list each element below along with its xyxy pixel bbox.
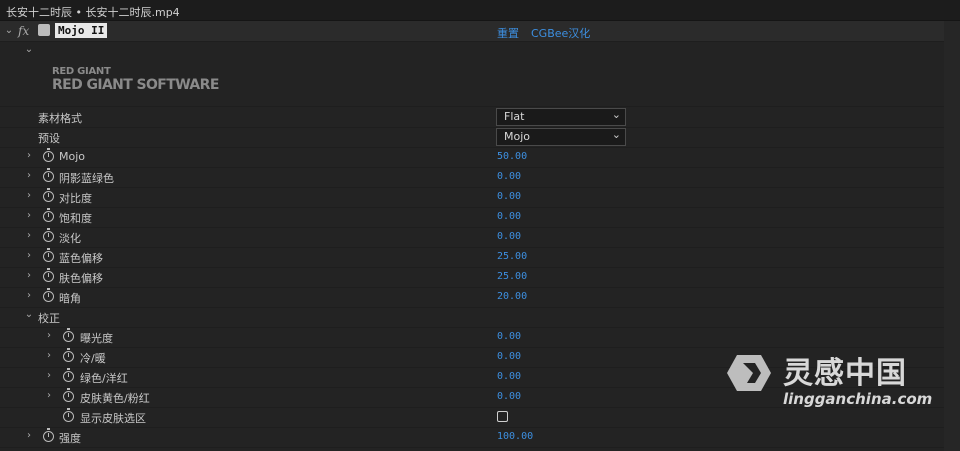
param-label: 素材格式: [38, 112, 82, 125]
stopwatch-icon[interactable]: [43, 268, 54, 282]
select-value: Flat: [504, 110, 525, 123]
stopwatch-icon[interactable]: [43, 208, 54, 222]
chevron-right-icon[interactable]: ›: [44, 390, 54, 401]
show-skin-checkbox[interactable]: [497, 411, 508, 422]
chevron-down-icon[interactable]: ⌄: [4, 25, 14, 36]
chevron-right-icon[interactable]: ›: [24, 430, 34, 441]
chevron-down-icon: ⌄: [611, 128, 621, 141]
stopwatch-icon[interactable]: [43, 248, 54, 262]
param-value[interactable]: 0.00: [497, 191, 521, 202]
chevron-right-icon[interactable]: ›: [24, 150, 34, 161]
param-value[interactable]: 0.00: [497, 211, 521, 222]
param-value[interactable]: 25.00: [497, 251, 527, 262]
param-label: 皮肤黄色/粉红: [80, 392, 150, 405]
chevron-right-icon[interactable]: ›: [24, 270, 34, 281]
stopwatch-icon[interactable]: [43, 428, 54, 442]
param-label: 蓝色偏移: [59, 252, 103, 265]
chevron-down-icon: ⌄: [611, 108, 621, 121]
param-label: 曝光度: [80, 332, 113, 345]
chevron-right-icon[interactable]: ›: [24, 290, 34, 301]
param-value[interactable]: 0.00: [497, 351, 521, 362]
param-label: 显示皮肤选区: [80, 412, 146, 425]
param-value[interactable]: 0.00: [497, 171, 521, 182]
group-label: 校正: [38, 312, 60, 325]
param-row-preset: 预设 Mojo ⌄: [0, 127, 944, 148]
param-row: › 阴影蓝绿色 0.00: [0, 167, 944, 188]
stopwatch-icon[interactable]: [63, 368, 74, 382]
preset-select[interactable]: Mojo ⌄: [496, 128, 626, 146]
stopwatch-icon[interactable]: [63, 408, 74, 422]
param-row: › 饱和度 0.00: [0, 207, 944, 228]
param-value[interactable]: 0.00: [497, 391, 521, 402]
param-row: › 蓝色偏移 25.00: [0, 247, 944, 268]
stopwatch-icon[interactable]: [43, 168, 54, 182]
chevron-down-icon[interactable]: ⌄: [24, 309, 34, 320]
effect-name[interactable]: Mojo II: [55, 23, 108, 38]
stopwatch-icon[interactable]: [43, 148, 54, 162]
param-row-strength: › 强度 100.00: [0, 427, 944, 448]
param-value[interactable]: 0.00: [497, 331, 521, 342]
param-row: › Mojo 50.00: [0, 147, 944, 168]
param-value[interactable]: 0.00: [497, 231, 521, 242]
param-label: 对比度: [59, 192, 92, 205]
param-value[interactable]: 100.00: [497, 431, 533, 442]
param-label: 强度: [59, 432, 81, 445]
param-label: 绿色/洋红: [80, 372, 128, 385]
param-label: 肤色偏移: [59, 272, 103, 285]
watermark-url: lingganchina.com: [783, 390, 933, 408]
logo-line2: RED GIANT SOFTWARE: [52, 77, 219, 93]
param-value[interactable]: 50.00: [497, 151, 527, 162]
param-row: › 暗角 20.00: [0, 287, 944, 308]
chevron-right-icon[interactable]: ›: [44, 330, 54, 341]
effect-header-row[interactable]: ⌄ fx Mojo II 重置 CGBee汉化: [0, 21, 944, 42]
param-row-footage-format: 素材格式 Flat ⌄: [0, 107, 944, 128]
stopwatch-icon[interactable]: [63, 348, 74, 362]
chevron-right-icon[interactable]: ›: [44, 370, 54, 381]
param-value[interactable]: 25.00: [497, 271, 527, 282]
param-label: 饱和度: [59, 212, 92, 225]
stopwatch-icon[interactable]: [63, 328, 74, 342]
footage-format-select[interactable]: Flat ⌄: [496, 108, 626, 126]
param-row: › 淡化 0.00: [0, 227, 944, 248]
param-row: › 对比度 0.00: [0, 187, 944, 208]
param-value[interactable]: 20.00: [497, 291, 527, 302]
stopwatch-icon[interactable]: [63, 388, 74, 402]
watermark-cn: 灵感中国: [783, 356, 907, 391]
panel-scroll-gutter: [944, 21, 960, 451]
watermark: 灵感中国 lingganchina.com: [727, 345, 941, 415]
param-label: 淡化: [59, 232, 81, 245]
watermark-logo-icon: [727, 355, 771, 391]
effect-icon: [38, 24, 50, 36]
panel-title-bar: 长安十二时辰 • 长安十二时辰.mp4: [0, 0, 960, 21]
panel-title: 长安十二时辰 • 长安十二时辰.mp4: [6, 6, 180, 19]
logo-line1: RED GIANT: [52, 66, 111, 77]
reset-link[interactable]: 重置: [497, 25, 519, 41]
chevron-right-icon[interactable]: ›: [24, 210, 34, 221]
chevron-right-icon[interactable]: ›: [24, 190, 34, 201]
stopwatch-icon[interactable]: [43, 288, 54, 302]
plugin-logo-area: ⌄ RED GIANT RED GIANT SOFTWARE: [0, 42, 944, 107]
param-value[interactable]: 0.00: [497, 371, 521, 382]
param-label: Mojo: [59, 150, 86, 163]
param-label: 冷/暖: [80, 352, 106, 365]
param-group-correction[interactable]: ⌄ 校正: [0, 307, 944, 328]
chevron-right-icon[interactable]: ›: [24, 250, 34, 261]
select-value: Mojo: [504, 130, 531, 143]
stopwatch-icon[interactable]: [43, 188, 54, 202]
fx-toggle[interactable]: fx: [18, 24, 29, 38]
param-label: 预设: [38, 132, 60, 145]
param-label: 暗角: [59, 292, 81, 305]
param-label: 阴影蓝绿色: [59, 172, 114, 185]
chevron-right-icon[interactable]: ›: [24, 170, 34, 181]
about-link[interactable]: CGBee汉化: [531, 25, 590, 41]
param-row: › 肤色偏移 25.00: [0, 267, 944, 288]
chevron-right-icon[interactable]: ›: [44, 350, 54, 361]
chevron-right-icon[interactable]: ›: [24, 230, 34, 241]
stopwatch-icon[interactable]: [43, 228, 54, 242]
chevron-down-icon[interactable]: ⌄: [24, 44, 34, 55]
